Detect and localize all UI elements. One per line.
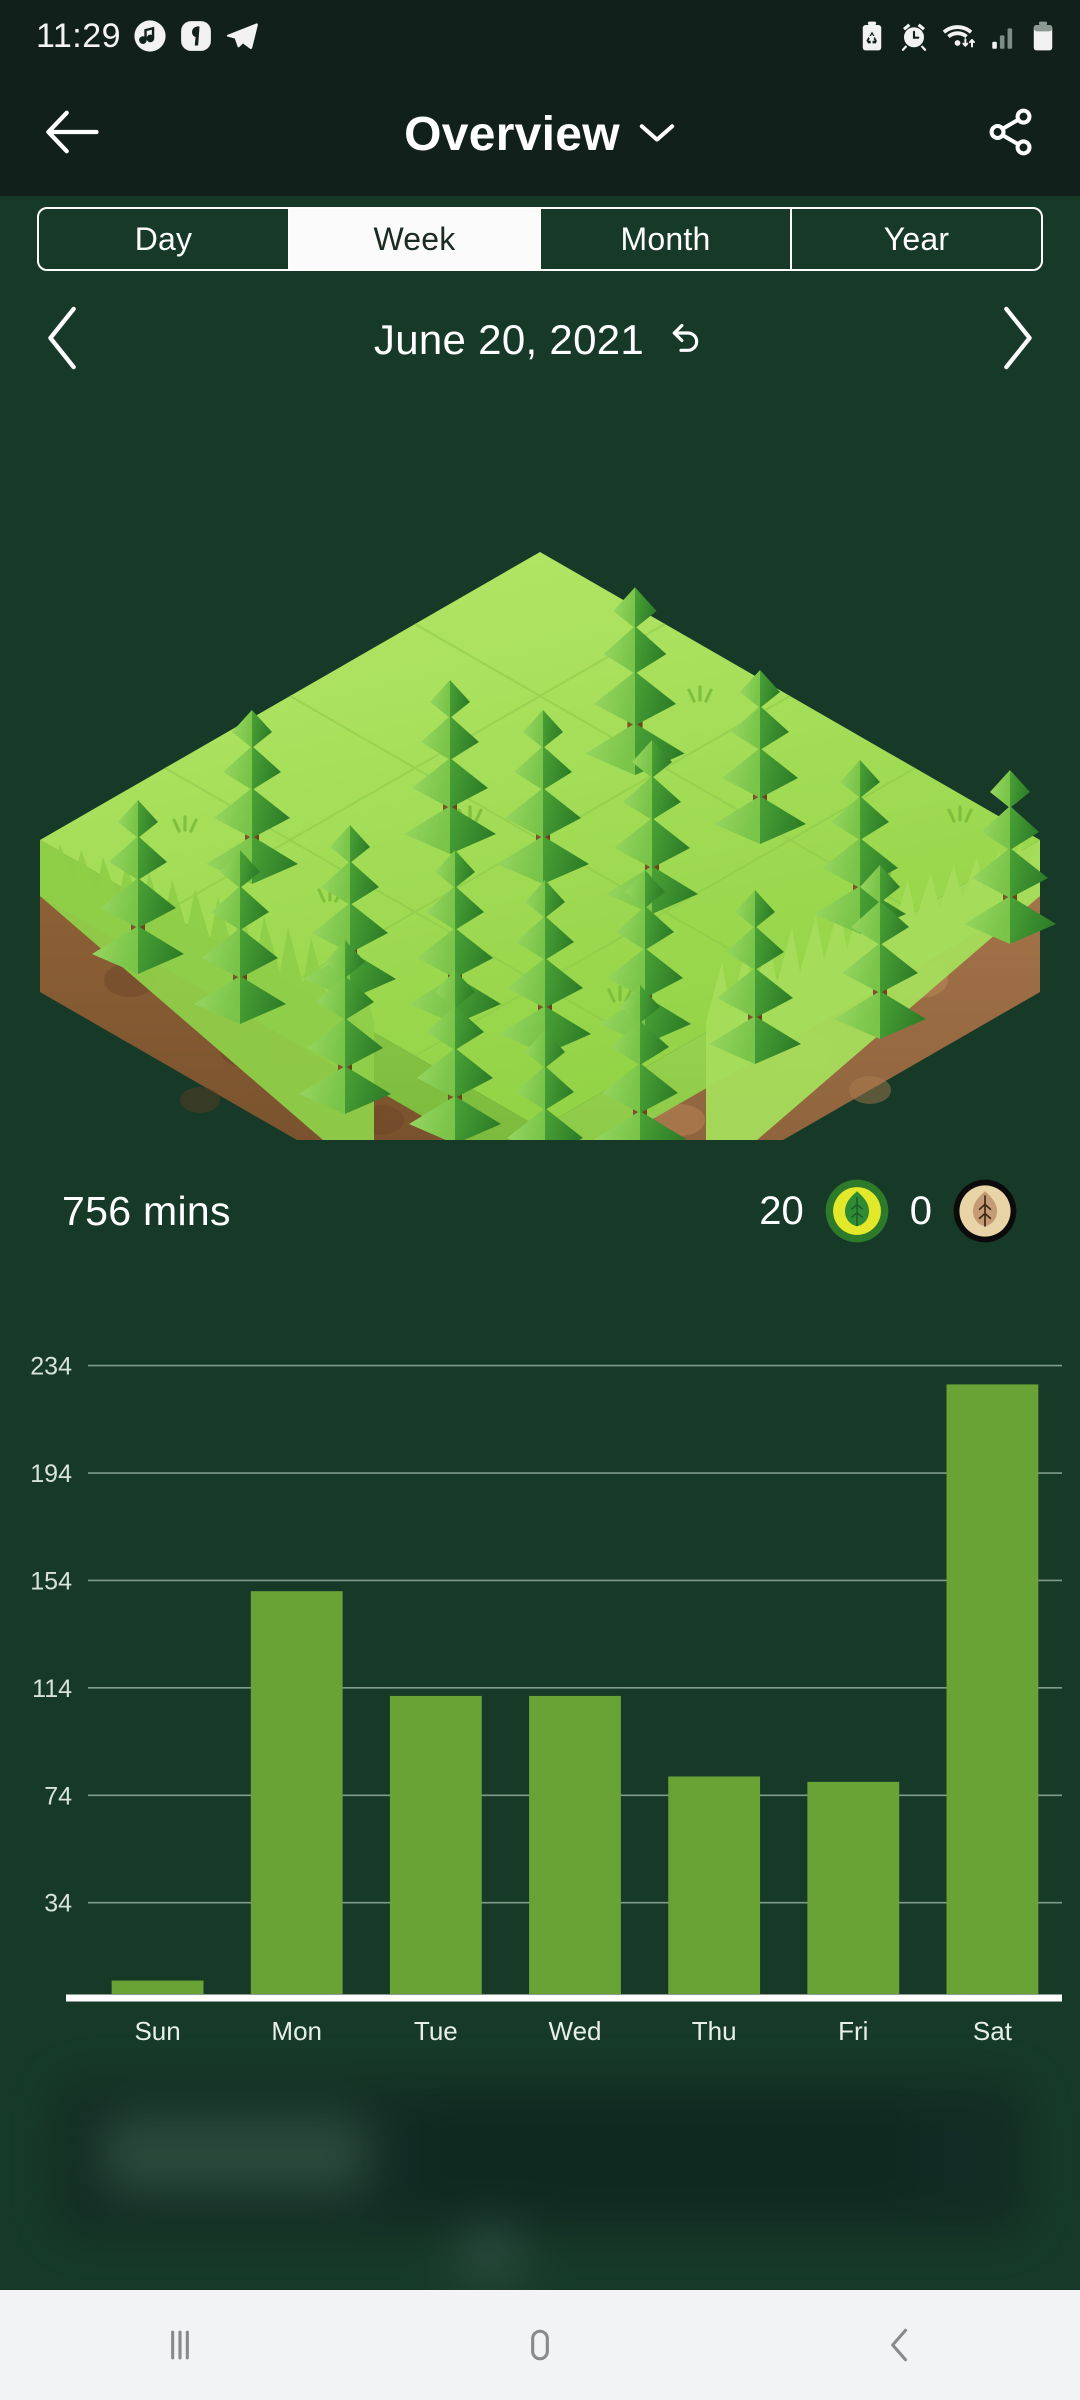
chart-bar (111, 1980, 204, 1994)
chevron-right-icon[interactable] (994, 305, 1038, 376)
chevron-down-icon[interactable] (638, 120, 676, 149)
stats-row: 756 mins 20 0 (0, 1165, 1080, 1257)
y-axis-tick-label: 114 (32, 1675, 72, 1703)
share-icon[interactable] (986, 107, 1036, 162)
nav-back-icon[interactable] (820, 2290, 980, 2400)
home-icon[interactable] (460, 2290, 620, 2400)
chart-bar (250, 1591, 343, 1994)
chart-bar (946, 1384, 1039, 1994)
battery-icon (1033, 21, 1053, 51)
y-axis-tick-label: 74 (44, 1782, 72, 1810)
y-axis-tick-label: 194 (30, 1460, 72, 1488)
back-arrow-icon[interactable] (44, 109, 100, 160)
cellular-signal-icon (992, 28, 1013, 49)
date-center: June 20, 2021 (86, 316, 994, 364)
obscured-content-panel (0, 2055, 1080, 2285)
recents-icon[interactable] (100, 2290, 260, 2400)
music-note-icon (134, 20, 166, 52)
period-tabs: Day Week Month Year (0, 207, 1080, 289)
alarm-icon (901, 23, 927, 51)
x-axis-tick-label: Sun (134, 2016, 180, 2046)
app-root: 11:29 Overview Day Week Month Year June … (0, 0, 1080, 2400)
y-axis-tick-label: 154 (30, 1567, 72, 1595)
battery-saver-icon (862, 21, 882, 51)
status-bar-clock: 11:29 (36, 16, 122, 55)
x-axis-tick-label: Sat (973, 2016, 1013, 2046)
telegram-icon (226, 23, 258, 50)
chart-bar (529, 1695, 621, 1994)
x-axis-tick-label: Fri (838, 2016, 868, 2046)
status-bar: 11:29 (0, 0, 1080, 72)
status-bar-right (858, 21, 1054, 51)
dead-tree-count: 0 (909, 1188, 932, 1233)
x-axis-tick-label: Wed (549, 2016, 602, 2046)
dead-leaf-badge-icon (952, 1178, 1018, 1244)
tab-week[interactable]: Week (290, 209, 541, 269)
x-axis-tick-label: Thu (692, 2016, 737, 2046)
app-bar: Overview (0, 72, 1080, 196)
date-navigation: June 20, 2021 (0, 295, 1080, 385)
tab-day[interactable]: Day (39, 209, 290, 269)
wifi-icon (942, 25, 975, 48)
isometric-forest-island (0, 400, 1080, 1280)
system-navigation-bar (0, 2290, 1080, 2400)
status-bar-left: 11:29 (36, 17, 259, 56)
chart-bar (807, 1781, 900, 1994)
app-badge-icon (181, 21, 211, 51)
tree-counts: 20 0 (759, 1178, 1018, 1244)
tab-month[interactable]: Month (541, 209, 792, 269)
chart-bar (668, 1776, 761, 1994)
page-title: Overview (404, 107, 620, 161)
y-axis-tick-label: 234 (30, 1353, 72, 1381)
chevron-left-icon[interactable] (42, 305, 86, 376)
chart-canvas: 234 194 154 114 74 34 Sun Mon Tue Wed Thu Fri Sat (30, 1353, 1062, 2046)
chart-bar (389, 1695, 482, 1994)
weekly-focus-bar-chart: 234 194 154 114 74 34 Sun Mon Tue Wed Thu Fri Sat (0, 1300, 1080, 2060)
total-minutes-label: 756 mins (62, 1187, 231, 1234)
healthy-tree-count: 20 (759, 1188, 804, 1233)
current-date-label: June 20, 2021 (373, 316, 645, 363)
green-leaf-badge-icon (824, 1178, 890, 1244)
undo-arrow-icon[interactable] (666, 318, 706, 363)
x-axis-tick-label: Tue (414, 2016, 458, 2046)
tab-year[interactable]: Year (792, 209, 1041, 269)
x-axis-tick-label: Mon (271, 2016, 322, 2046)
app-bar-title-group: Overview (0, 72, 1080, 196)
y-axis-tick-label: 34 (44, 1890, 72, 1918)
